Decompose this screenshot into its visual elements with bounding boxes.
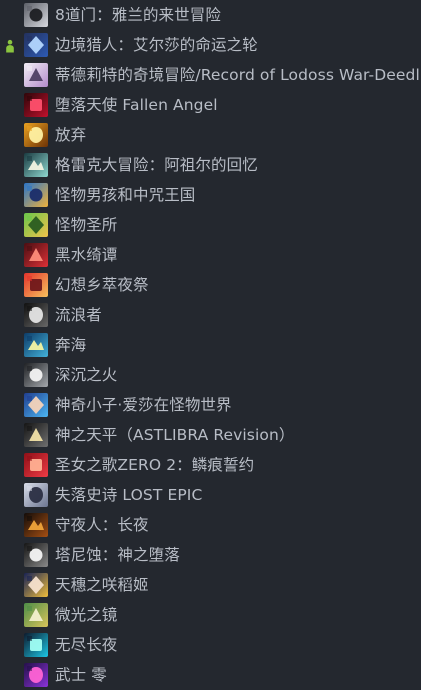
frontier-hunter-icon: [24, 33, 48, 57]
game-title: 微光之镜: [55, 606, 118, 624]
game-list-item[interactable]: 堕落天使 Fallen Angel: [0, 90, 421, 120]
status-slot: [0, 390, 24, 420]
status-slot: [0, 420, 24, 450]
game-list-item[interactable]: 蒂德莉特的奇境冒险/Record of Lodoss War-Deedlit: [0, 60, 421, 90]
status-slot: [0, 330, 24, 360]
game-title: 蒂德莉特的奇境冒险/Record of Lodoss War-Deedlit: [55, 66, 421, 84]
game-title: 放弃: [55, 126, 87, 144]
deedlit-icon: [24, 63, 48, 87]
status-slot: [0, 0, 24, 30]
sakuna-icon: [24, 573, 48, 597]
vigil-icon: [24, 513, 48, 537]
game-list-item[interactable]: 神之天平（ASTLIBRA Revision）: [0, 420, 421, 450]
game-list-item[interactable]: 黑水绮谭: [0, 240, 421, 270]
lost-epic-icon: [24, 483, 48, 507]
wonder-boy-asha-icon: [24, 393, 48, 417]
game-title: 塔尼蚀：神之堕落: [55, 546, 180, 564]
fallen-angel-icon: [24, 93, 48, 117]
game-title: 武士 零: [55, 666, 107, 684]
status-slot: [0, 240, 24, 270]
game-list-item[interactable]: 无尽长夜: [0, 630, 421, 660]
game-title: 圣女之歌ZERO 2：鳞痕誓约: [55, 456, 255, 474]
game-list-item[interactable]: 边境猎人：艾尔莎的命运之轮: [0, 30, 421, 60]
blackwater-tale-icon: [24, 243, 48, 267]
game-list-item[interactable]: 格雷克大冒险：阿祖尔的回忆: [0, 150, 421, 180]
status-slot: [0, 660, 24, 690]
gensokyo-night-festival-icon: [24, 273, 48, 297]
status-slot: [0, 90, 24, 120]
game-list-item[interactable]: 怪物圣所: [0, 210, 421, 240]
game-list-item[interactable]: 失落史诗 LOST EPIC: [0, 480, 421, 510]
game-title: 神之天平（ASTLIBRA Revision）: [55, 426, 295, 444]
game-title: 天穗之咲稻姬: [55, 576, 149, 594]
game-title: 边境猎人：艾尔莎的命运之轮: [55, 36, 258, 54]
saintess-song-icon: [24, 453, 48, 477]
benhai-icon: [24, 333, 48, 357]
game-title: 失落史诗 LOST EPIC: [55, 486, 203, 504]
game-list-item[interactable]: 奔海: [0, 330, 421, 360]
abandon-icon: [24, 123, 48, 147]
game-title: 格雷克大冒险：阿祖尔的回忆: [55, 156, 258, 174]
game-list-item[interactable]: 圣女之歌ZERO 2：鳞痕誓约: [0, 450, 421, 480]
status-slot: [0, 510, 24, 540]
game-list: 8道门：雅兰的来世冒险边境猎人：艾尔莎的命运之轮蒂德莉特的奇境冒险/Record…: [0, 0, 421, 690]
status-slot: [0, 540, 24, 570]
status-slot: [0, 150, 24, 180]
wanderer-icon: [24, 303, 48, 327]
game-list-item[interactable]: 深沉之火: [0, 360, 421, 390]
game-title: 奔海: [55, 336, 87, 354]
game-list-item[interactable]: 守夜人：长夜: [0, 510, 421, 540]
status-slot: [0, 450, 24, 480]
deep-fire-icon: [24, 363, 48, 387]
game-title: 无尽长夜: [55, 636, 118, 654]
game-title: 神奇小子·爱莎在怪物世界: [55, 396, 232, 414]
game-title: 幻想乡萃夜祭: [55, 276, 149, 294]
game-list-item[interactable]: 流浪者: [0, 300, 421, 330]
game-list-item[interactable]: 塔尼蚀：神之堕落: [0, 540, 421, 570]
status-slot: [0, 600, 24, 630]
status-slot: [0, 270, 24, 300]
game-list-item[interactable]: 怪物男孩和中咒王国: [0, 180, 421, 210]
tunic-eclipse-icon: [24, 543, 48, 567]
game-title: 怪物圣所: [55, 216, 118, 234]
status-slot: [0, 60, 24, 90]
monster-boy-icon: [24, 183, 48, 207]
greak-icon: [24, 153, 48, 177]
game-list-item[interactable]: 8道门：雅兰的来世冒险: [0, 0, 421, 30]
status-slot: [0, 630, 24, 660]
game-title: 流浪者: [55, 306, 102, 324]
glimmer-mirror-icon: [24, 603, 48, 627]
friend-online-icon: [5, 38, 15, 53]
status-slot: [0, 30, 24, 60]
game-list-item[interactable]: 放弃: [0, 120, 421, 150]
game-title: 堕落天使 Fallen Angel: [55, 96, 218, 114]
endless-night-icon: [24, 633, 48, 657]
astlibra-icon: [24, 423, 48, 447]
status-slot: [0, 300, 24, 330]
game-list-item[interactable]: 神奇小子·爱莎在怪物世界: [0, 390, 421, 420]
status-slot: [0, 480, 24, 510]
game-list-item[interactable]: 幻想乡萃夜祭: [0, 270, 421, 300]
game-title: 守夜人：长夜: [55, 516, 149, 534]
eight-doors-icon: [24, 3, 48, 27]
game-title: 怪物男孩和中咒王国: [55, 186, 196, 204]
game-list-item[interactable]: 武士 零: [0, 660, 421, 690]
game-title: 黑水绮谭: [55, 246, 118, 264]
monster-sanctuary-icon: [24, 213, 48, 237]
status-slot: [0, 210, 24, 240]
status-slot: [0, 180, 24, 210]
status-slot: [0, 120, 24, 150]
game-list-item[interactable]: 天穗之咲稻姬: [0, 570, 421, 600]
status-slot: [0, 360, 24, 390]
game-list-item[interactable]: 微光之镜: [0, 600, 421, 630]
status-slot: [0, 570, 24, 600]
katana-zero-icon: [24, 663, 48, 687]
game-title: 深沉之火: [55, 366, 118, 384]
game-title: 8道门：雅兰的来世冒险: [55, 6, 221, 24]
